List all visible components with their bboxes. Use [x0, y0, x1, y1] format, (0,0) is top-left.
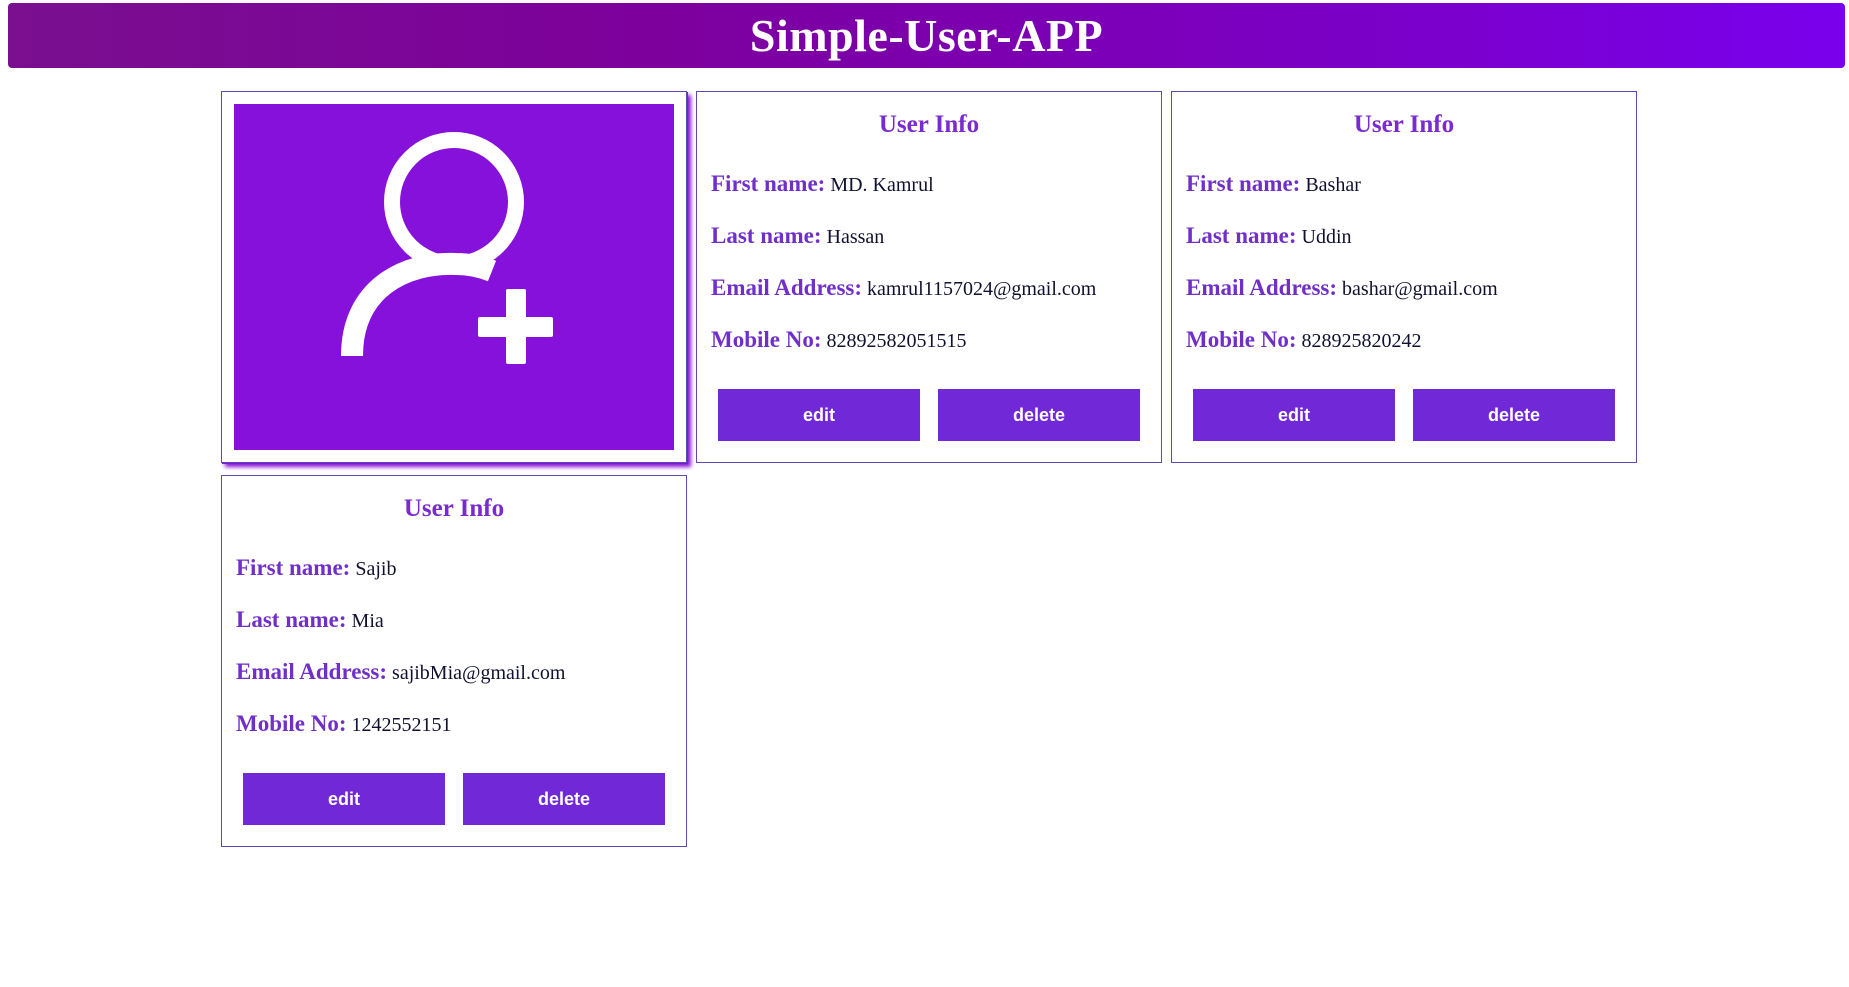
first-name-label: First name: — [711, 171, 826, 196]
last-name-row: Last name: Mia — [236, 605, 672, 635]
email-label: Email Address: — [711, 275, 863, 300]
mobile-row: Mobile No: 82892582051515 — [711, 325, 1147, 355]
user-card-title: User Info — [403, 495, 505, 522]
add-user-button[interactable] — [234, 104, 674, 450]
mobile-row: Mobile No: 1242552151 — [236, 709, 672, 739]
first-name-row: First name: Sajib — [236, 553, 672, 583]
app-title: Simple-User-APP — [749, 10, 1104, 61]
email-row: Email Address: bashar@gmail.com — [1186, 273, 1622, 303]
user-card-title: User Info — [1353, 111, 1455, 138]
user-card: User Info First name: Sajib Last name: M… — [221, 475, 687, 847]
email-value: bashar@gmail.com — [1342, 278, 1498, 300]
last-name-row: Last name: Hassan — [711, 221, 1147, 251]
mobile-row: Mobile No: 828925820242 — [1186, 325, 1622, 355]
delete-button[interactable]: delete — [1413, 389, 1615, 441]
app-header: Simple-User-APP — [8, 3, 1845, 68]
first-name-label: First name: — [236, 555, 351, 580]
last-name-row: Last name: Uddin — [1186, 221, 1622, 251]
first-name-value: MD. Kamrul — [830, 174, 934, 196]
delete-button[interactable]: delete — [938, 389, 1140, 441]
mobile-value: 82892582051515 — [826, 330, 967, 352]
first-name-row: First name: Bashar — [1186, 169, 1622, 199]
first-name-label: First name: — [1186, 171, 1301, 196]
last-name-label: Last name: — [236, 607, 347, 632]
user-grid: User Info First name: MD. Kamrul Last na… — [221, 91, 1637, 847]
email-label: Email Address: — [1186, 275, 1338, 300]
last-name-value: Hassan — [826, 226, 885, 248]
mobile-value: 828925820242 — [1301, 330, 1422, 352]
add-user-card — [221, 91, 687, 463]
delete-button[interactable]: delete — [463, 773, 665, 825]
user-card: User Info First name: MD. Kamrul Last na… — [696, 91, 1162, 463]
mobile-value: 1242552151 — [351, 714, 452, 736]
email-value: sajibMia@gmail.com — [392, 662, 566, 684]
add-user-icon — [341, 132, 553, 364]
first-name-value: Bashar — [1305, 174, 1361, 196]
first-name-value: Sajib — [355, 558, 397, 580]
edit-button[interactable]: edit — [718, 389, 920, 441]
user-card-actions: edit delete — [718, 389, 1140, 441]
last-name-label: Last name: — [711, 223, 822, 248]
email-label: Email Address: — [236, 659, 388, 684]
user-card-actions: edit delete — [1193, 389, 1615, 441]
edit-button[interactable]: edit — [243, 773, 445, 825]
user-card-title: User Info — [878, 111, 980, 138]
email-row: Email Address: sajibMia@gmail.com — [236, 657, 672, 687]
email-value: kamrul1157024@gmail.com — [867, 278, 1097, 300]
last-name-value: Uddin — [1301, 226, 1352, 248]
mobile-label: Mobile No: — [711, 327, 822, 352]
user-card-actions: edit delete — [243, 773, 665, 825]
email-row: Email Address: kamrul1157024@gmail.com — [711, 273, 1147, 303]
last-name-label: Last name: — [1186, 223, 1297, 248]
edit-button[interactable]: edit — [1193, 389, 1395, 441]
user-card: User Info First name: Bashar Last name: … — [1171, 91, 1637, 463]
mobile-label: Mobile No: — [1186, 327, 1297, 352]
first-name-row: First name: MD. Kamrul — [711, 169, 1147, 199]
mobile-label: Mobile No: — [236, 711, 347, 736]
last-name-value: Mia — [351, 610, 384, 632]
